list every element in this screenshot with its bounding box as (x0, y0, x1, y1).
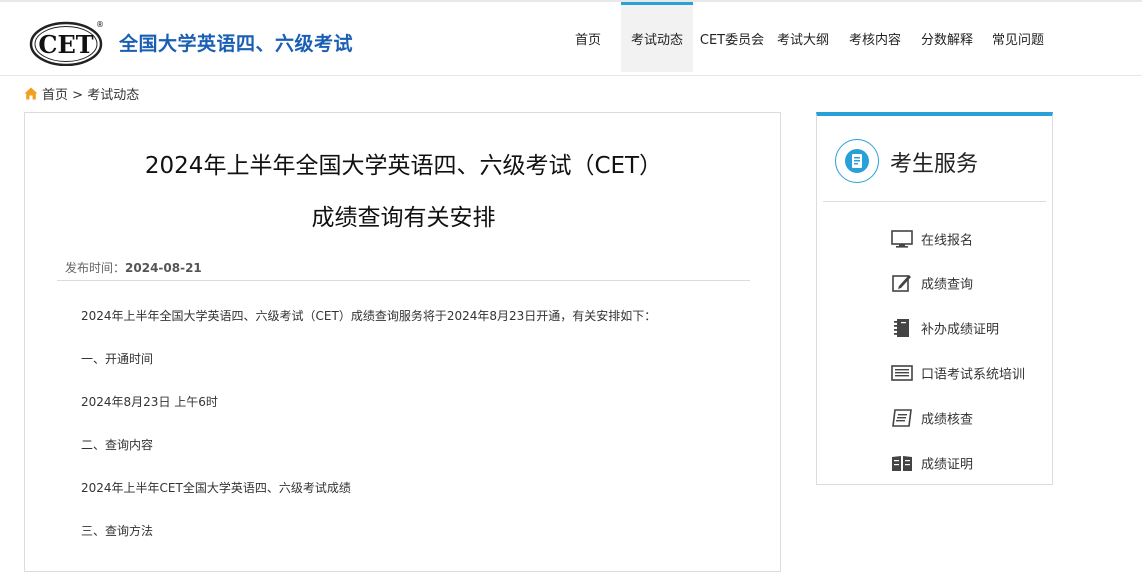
publish-date-label: 发布时间： (65, 261, 126, 275)
article-panel: 2024年上半年全国大学英语四、六级考试（CET） 成绩查询有关安排 发布时间：… (24, 112, 781, 572)
review-icon (891, 408, 913, 428)
nav-syllabus[interactable]: 考试大纲 (773, 2, 833, 72)
article-paragraph: 一、开通时间 (81, 352, 154, 366)
publish-date: 发布时间：2024-08-21 (65, 259, 202, 276)
notebook-icon (891, 318, 913, 338)
publish-date-value: 2024-08-21 (125, 261, 202, 275)
service-label: 口语考试系统培训 (921, 367, 1026, 383)
book-icon (891, 453, 913, 473)
home-icon[interactable] (24, 87, 38, 100)
nav-exam-news[interactable]: 考试动态 (621, 2, 693, 72)
nav-home[interactable]: 首页 (566, 2, 610, 72)
article-paragraph: 三、查询方法 (81, 524, 154, 538)
edit-icon (891, 273, 913, 293)
breadcrumb-home-link[interactable]: 首页 (42, 88, 68, 103)
service-label: 成绩查询 (921, 277, 974, 293)
service-score-certificate[interactable]: 成绩证明 (891, 453, 973, 473)
site-header: CET ® 全国大学英语四、六级考试 首页 考试动态 CET委员会 考试大纲 考… (0, 2, 1142, 76)
nav-assessment[interactable]: 考核内容 (845, 2, 905, 72)
site-title[interactable]: 全国大学英语四、六级考试 (119, 29, 353, 56)
service-oral-exam-training[interactable]: 口语考试系统培训 (891, 363, 1025, 383)
cet-logo[interactable]: CET ® (28, 18, 106, 67)
services-title: 考生服务 (890, 152, 979, 177)
breadcrumb-current[interactable]: 考试动态 (87, 88, 139, 103)
service-score-review[interactable]: 成绩核查 (891, 408, 973, 428)
article-divider (57, 280, 750, 281)
keyboard-icon (891, 363, 913, 383)
nav-score-explanation[interactable]: 分数解释 (917, 2, 977, 72)
svg-text:CET: CET (38, 30, 93, 59)
breadcrumb-separator: > (72, 88, 84, 103)
article-paragraph: 二、查询内容 (81, 438, 154, 452)
service-label: 补办成绩证明 (921, 322, 1000, 338)
student-services-panel: 考生服务 在线报名 成绩查询 补办成绩证明 口语考试系统培训 成绩核查 成绩证明 (816, 112, 1053, 485)
article-title-line1: 2024年上半年全国大学英语四、六级考试（CET） (144, 153, 663, 179)
services-divider (823, 201, 1046, 202)
address-book-icon (835, 139, 879, 183)
service-score-query[interactable]: 成绩查询 (891, 273, 973, 293)
article-paragraph: 2024年上半年全国大学英语四、六级考试（CET）成绩查询服务将于2024年8月… (81, 309, 657, 323)
nav-faq[interactable]: 常见问题 (988, 2, 1048, 72)
svg-text:®: ® (96, 20, 104, 29)
article-title-line2: 成绩查询有关安排 (311, 205, 496, 231)
monitor-icon (891, 229, 913, 249)
service-label: 在线报名 (921, 233, 974, 249)
article-paragraph: 2024年8月23日 上午6时 (81, 395, 218, 409)
service-reissue-certificate[interactable]: 补办成绩证明 (891, 318, 999, 338)
breadcrumb: 首页 > 考试动态 (24, 84, 139, 103)
service-label: 成绩核查 (921, 412, 974, 428)
service-label: 成绩证明 (921, 457, 974, 473)
article-paragraph: 2024年上半年CET全国大学英语四、六级考试成绩 (81, 481, 351, 495)
service-online-registration[interactable]: 在线报名 (891, 229, 973, 249)
nav-cet-committee[interactable]: CET委员会 (698, 2, 766, 72)
